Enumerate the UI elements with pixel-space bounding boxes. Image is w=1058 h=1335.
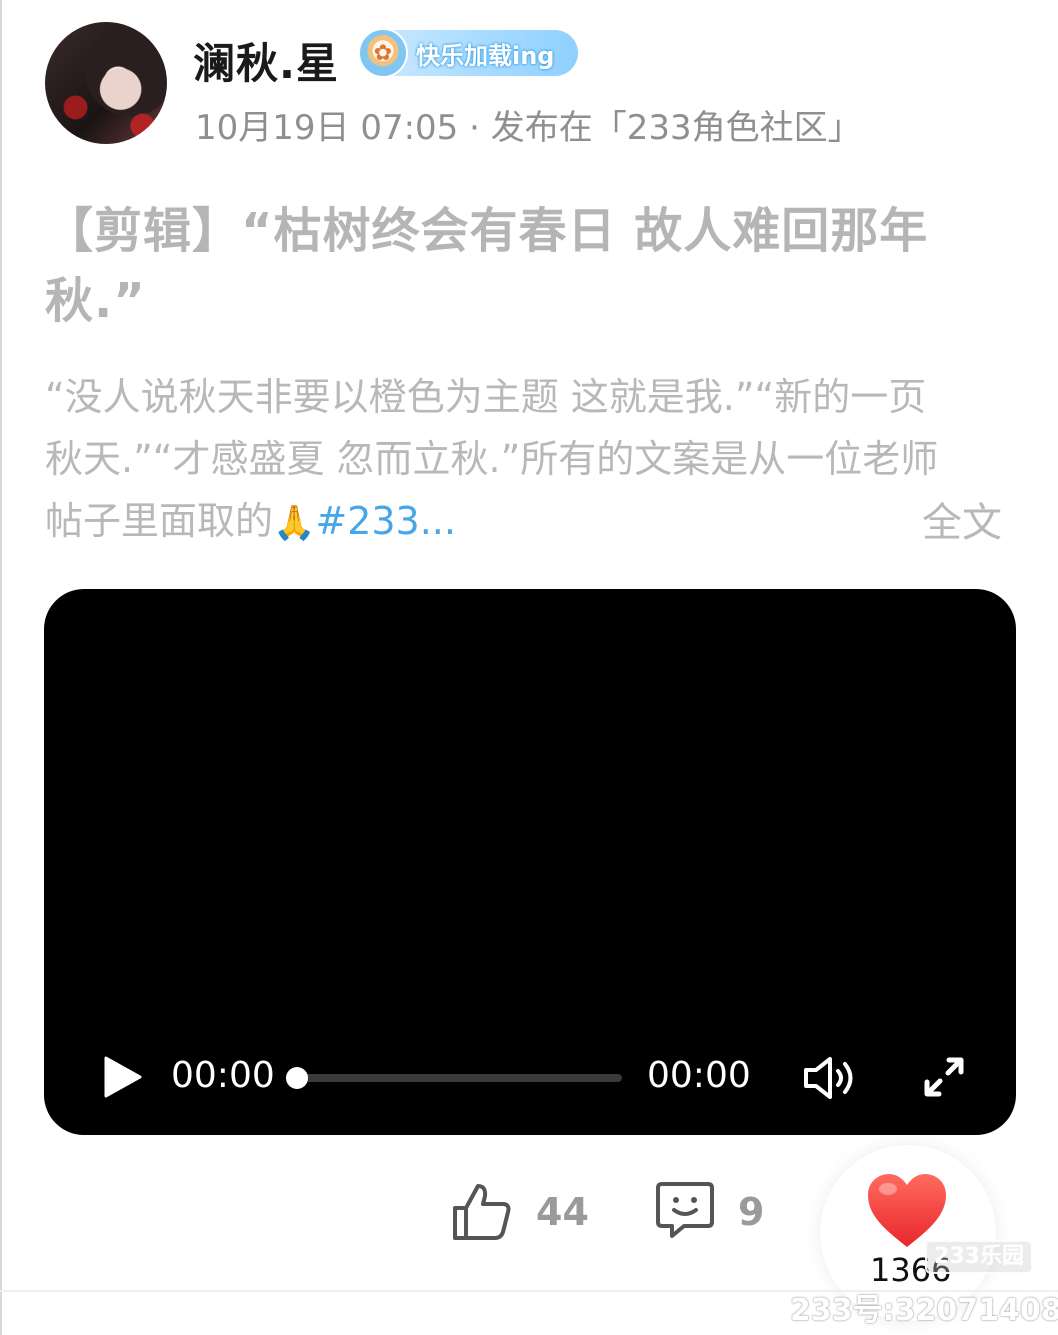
user-badge[interactable]: ✿ 快乐加载ing [358, 28, 578, 78]
progress-handle[interactable] [286, 1067, 308, 1089]
pray-emoji-icon: 🙏 [273, 503, 316, 543]
hashtag-link[interactable]: #233... [315, 499, 456, 543]
post-body[interactable]: “没人说秋天非要以橙色为主题 这就是我.”“新的一页 秋天.”“才感盛夏 忽而立… [45, 366, 945, 554]
video-player[interactable]: 00:00 00:00 [44, 589, 1016, 1135]
post-body-text: “没人说秋天非要以橙色为主题 这就是我.”“新的一页 秋天.”“才感盛夏 忽而立… [45, 375, 939, 543]
current-time: 00:00 [171, 1055, 275, 1096]
avatar[interactable] [45, 22, 167, 144]
progress-bar[interactable] [286, 1067, 622, 1089]
comment-count: 9 [738, 1190, 765, 1234]
like-icon[interactable] [450, 1180, 514, 1244]
fullscreen-icon[interactable] [922, 1055, 966, 1099]
author-name[interactable]: 澜秋.星 [193, 30, 339, 91]
post-title: 【剪辑】“枯树终会有春日 故人难回那年秋.” [45, 203, 929, 329]
like-count: 44 [536, 1190, 589, 1234]
badge-icon: ✿ [358, 28, 408, 78]
watermark-id: 233号:320714084 [790, 1293, 1058, 1328]
badge-label: 快乐加载ing [416, 41, 555, 70]
total-time: 00:00 [647, 1055, 751, 1096]
left-edge-divider [0, 0, 2, 1335]
comment-icon[interactable] [654, 1180, 716, 1242]
play-icon[interactable] [102, 1055, 142, 1099]
full-text-button[interactable]: 全文 [922, 490, 1002, 548]
heart-icon [868, 1174, 946, 1247]
watermark-logo: 233乐园 [925, 1240, 1033, 1274]
post-meta: 10月19日 07:05 · 发布在「233角色社区」 [195, 108, 862, 148]
volume-icon[interactable] [802, 1055, 860, 1101]
